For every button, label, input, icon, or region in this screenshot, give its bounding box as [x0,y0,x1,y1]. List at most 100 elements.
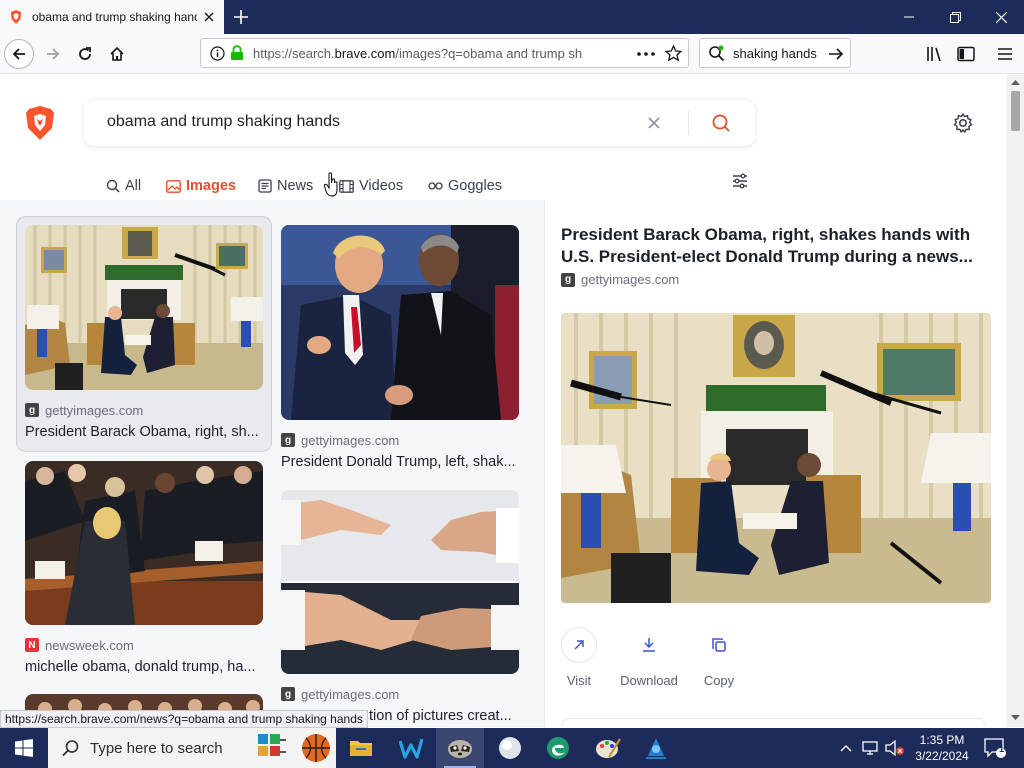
volume-muted-icon [885,740,904,756]
result-source-text: gettyimages.com [301,686,400,702]
restore-button[interactable] [932,0,978,34]
getty-favicon-icon: g [561,272,575,287]
result-caption[interactable]: President Donald Trump, left, shak... [281,454,519,470]
image-result[interactable]: g gettyimages.com President Donald Trump… [281,225,519,470]
taskbar-file-explorer[interactable] [337,728,385,768]
hand-cursor-icon [324,172,338,197]
address-bar[interactable]: https://search.brave.com/images?q=obama … [200,38,689,68]
result-thumbnail[interactable] [281,225,519,420]
info-icon[interactable] [210,46,225,61]
copy-button[interactable]: Copy [689,627,749,688]
handshake-photo [281,225,519,420]
download-button[interactable]: Download [619,627,679,688]
windows-logo-icon [15,739,33,757]
result-source-text: gettyimages.com [301,432,400,448]
search-type-tabs: All Images News Videos Goggles [0,171,1007,205]
tray-volume[interactable] [884,728,906,768]
notification-center-button[interactable]: 1 [980,728,1010,768]
taskbar-app-sphere[interactable] [486,728,534,768]
copy-circle[interactable] [701,627,737,663]
home-button[interactable] [102,39,132,69]
sidebar-button[interactable] [951,39,981,69]
filter-sliders-icon[interactable] [730,171,750,191]
url-text: https://search.brave.com/images?q=obama … [253,46,583,61]
tab-strip: obama and trump shaking hands [0,0,1024,34]
settings-gear-icon[interactable] [952,112,974,134]
taskbar-search[interactable]: Type here to search [48,728,336,768]
close-window-button[interactable] [978,0,1024,34]
search-highlight-icon [258,734,330,762]
page-scrollbar[interactable] [1007,75,1024,727]
folder-icon [350,741,372,756]
brave-logo-icon[interactable] [24,105,56,141]
menu-button[interactable] [990,39,1020,69]
tab-all[interactable]: All [106,171,141,201]
tab-videos[interactable]: Videos [339,171,403,201]
w-app-icon [399,738,423,759]
new-tab-button[interactable] [228,5,254,29]
tab-close-icon[interactable] [200,8,218,26]
result-thumbnail[interactable] [25,225,263,390]
getty-favicon-icon: g [25,403,39,417]
download-circle[interactable] [631,627,667,663]
clear-search-icon[interactable] [644,113,664,133]
tray-overflow-button[interactable] [836,728,856,768]
detail-source[interactable]: g gettyimages.com [561,272,679,287]
tab-goggles[interactable]: Goggles [428,171,502,201]
search-query-box[interactable]: obama and trump shaking hands [84,100,755,146]
image-result[interactable]: g gettyimages.com President Barack Obama… [25,225,263,440]
taskbar-app-w[interactable] [387,728,435,768]
lock-icon[interactable] [230,45,244,61]
link-status-bar: https://search.brave.com/news?q=obama an… [0,710,368,728]
tab-title: obama and trump shaking hands [32,10,197,24]
visit-circle[interactable] [561,627,597,663]
getty-favicon-icon: g [281,687,295,701]
taskbar-paint[interactable] [584,728,632,768]
library-icon [927,47,941,62]
network-app-icon [646,738,666,759]
tray-network[interactable] [860,728,882,768]
taskbar-browser[interactable] [436,728,484,768]
image-result[interactable]: g gettyimages.com tion of pictures creat… [281,490,519,724]
detail-title[interactable]: President Barack Obama, right, shakes ha… [561,224,991,268]
search-query-text: obama and trump shaking hands [107,113,341,130]
forward-button[interactable] [38,39,68,69]
taskbar-network-app[interactable] [632,728,680,768]
reload-icon [79,47,91,60]
visit-button[interactable]: Visit [549,627,609,688]
chevron-up-icon [840,745,852,752]
search-icon[interactable] [710,112,732,134]
tab-images-label: Images [186,178,236,194]
hands-collage-photo [281,490,519,674]
search-icon [62,740,79,757]
sidebar-icon [957,46,975,62]
web-search-box[interactable]: shaking hands [699,38,851,68]
bookmark-star-icon[interactable] [665,45,682,62]
taskbar-clock[interactable]: 1:35 PM 3/22/2024 [906,732,978,764]
result-caption[interactable]: michelle obama, donald trump, ha... [25,659,263,675]
scrollbar-thumb[interactable] [1011,91,1020,131]
detail-image[interactable] [561,313,991,603]
minimize-button[interactable] [886,0,932,34]
result-source: g gettyimages.com [281,686,519,702]
detail-source-text: gettyimages.com [581,272,680,287]
scroll-up-arrow-icon[interactable] [1011,79,1020,85]
tab-images[interactable]: Images [166,171,236,205]
result-thumbnail[interactable] [281,490,519,674]
image-result[interactable]: N newsweek.com michelle obama, donald tr… [25,461,263,675]
oval-office-large-photo [561,313,991,603]
result-caption[interactable]: President Barack Obama, right, sh... [25,424,263,440]
more-actions-icon[interactable] [637,52,655,56]
result-thumbnail[interactable] [25,461,263,625]
taskbar-edge[interactable] [534,728,582,768]
library-button[interactable] [920,39,950,69]
reload-button[interactable] [70,39,100,69]
start-button[interactable] [0,728,48,768]
browser-tab[interactable]: obama and trump shaking hands [0,0,224,34]
tab-news[interactable]: News [258,171,313,201]
scroll-down-arrow-icon[interactable] [1011,715,1020,721]
windows-taskbar: Type here to search 1:35 PM 3/22/2024 1 [0,728,1024,768]
back-button[interactable] [4,39,34,69]
go-arrow-icon[interactable] [828,46,844,62]
tab-goggles-label: Goggles [448,178,503,194]
